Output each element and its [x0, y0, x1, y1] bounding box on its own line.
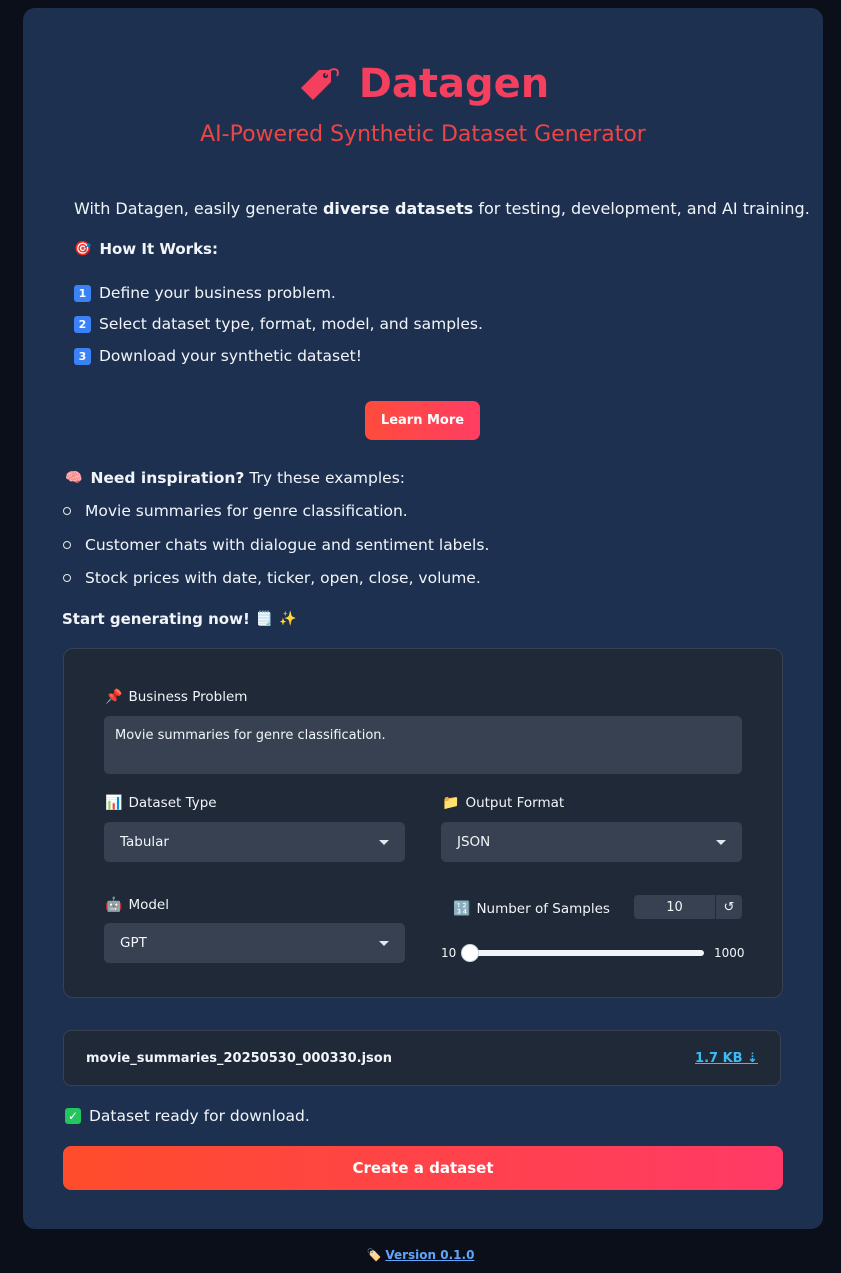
inspiration-rest: Try these examples: — [244, 469, 405, 487]
output-format-label: 📁 Output Format — [442, 795, 564, 811]
business-problem-label-text: Business Problem — [128, 689, 248, 705]
download-file-row: movie_summaries_20250530_000330.json 1.7… — [63, 1030, 781, 1086]
status-text: Dataset ready for download. — [89, 1107, 310, 1125]
example-item: Movie summaries for genre classification… — [63, 502, 408, 520]
dataset-type-select[interactable]: Tabular — [104, 822, 405, 862]
check-icon: ✓ — [65, 1108, 81, 1124]
bullet-icon — [63, 507, 71, 515]
output-format-label-text: Output Format — [465, 795, 565, 811]
intro-prefix: With Datagen, easily generate — [74, 199, 323, 218]
step-number-icon: 2 — [74, 315, 91, 333]
learn-more-button[interactable]: Learn More — [365, 401, 480, 440]
slider-max-label: 1000 — [714, 946, 745, 960]
footer: 🏷️ Version 0.1.0 — [0, 1248, 841, 1262]
pushpin-icon: 📌 — [105, 689, 123, 705]
bullet-icon — [63, 574, 71, 582]
download-link[interactable]: 1.7 KB ⇣ — [695, 1051, 758, 1066]
start-label: Start generating now! — [62, 610, 250, 628]
chevron-down-icon — [716, 839, 726, 845]
intro-text: With Datagen, easily generate diverse da… — [74, 199, 810, 218]
business-problem-input[interactable]: Movie summaries for genre classification… — [104, 716, 742, 774]
version-link[interactable]: Version 0.1.0 — [385, 1248, 474, 1262]
step-text: Download your synthetic dataset! — [99, 347, 362, 365]
step-text: Define your business problem. — [99, 284, 336, 302]
chevron-down-icon — [379, 839, 389, 845]
start-generating-text: Start generating now! 🗒️ ✨ — [62, 610, 297, 628]
main-card: Datagen AI-Powered Synthetic Dataset Gen… — [23, 8, 823, 1229]
samples-value[interactable]: 10 — [634, 900, 715, 915]
example-item: Customer chats with dialogue and sentime… — [63, 536, 489, 554]
app-title: Datagen — [358, 61, 550, 107]
step-number-icon: 3 — [74, 347, 91, 365]
how-it-works-label: How It Works: — [99, 240, 218, 258]
bullet-icon — [63, 541, 71, 549]
tag-icon: 🏷️ — [366, 1248, 382, 1262]
chevron-down-icon — [379, 940, 389, 946]
dataset-type-value: Tabular — [120, 834, 169, 850]
samples-number-input[interactable]: 10 ↺ — [634, 895, 742, 919]
slider-min-label: 10 — [441, 946, 457, 960]
business-problem-label: 📌 Business Problem — [105, 689, 247, 705]
dataset-type-label: 📊 Dataset Type — [105, 795, 217, 811]
app-subtitle: AI-Powered Synthetic Dataset Generator — [200, 122, 646, 147]
dataset-type-label-text: Dataset Type — [128, 795, 217, 811]
model-select[interactable]: GPT — [104, 923, 405, 963]
inspiration-bold: Need inspiration? — [90, 469, 245, 487]
example-text: Movie summaries for genre classification… — [85, 502, 408, 520]
inspiration-text: Need inspiration? Try these examples: — [90, 469, 405, 487]
samples-label-text: Number of Samples — [476, 901, 610, 917]
step-number-icon: 1 — [74, 284, 91, 302]
model-label-text: Model — [128, 897, 169, 913]
intro-bold: diverse datasets — [322, 199, 474, 218]
inspiration-heading: 🧠 Need inspiration? Try these examples: — [65, 469, 405, 487]
how-it-works-heading: 🎯 How It Works: — [74, 240, 218, 258]
step-item: 3 Download your synthetic dataset! — [74, 347, 362, 365]
status-message: ✓ Dataset ready for download. — [65, 1107, 310, 1125]
samples-slider-track[interactable] — [465, 950, 704, 956]
create-dataset-button[interactable]: Create a dataset — [63, 1146, 783, 1190]
samples-label: 🔢 Number of Samples — [453, 901, 610, 917]
reset-icon[interactable]: ↺ — [715, 895, 742, 919]
intro-suffix: for testing, development, and AI trainin… — [473, 199, 810, 218]
sparkles-icon: ✨ — [279, 611, 297, 627]
target-icon: 🎯 — [74, 241, 92, 257]
output-format-value: JSON — [457, 834, 491, 850]
chart-icon: 📊 — [105, 795, 123, 811]
output-format-select[interactable]: JSON — [441, 822, 742, 862]
brain-icon: 🧠 — [65, 470, 83, 486]
header: Datagen — [23, 58, 823, 110]
app-title-row: Datagen — [297, 58, 550, 110]
step-text: Select dataset type, format, model, and … — [99, 315, 483, 333]
model-label: 🤖 Model — [105, 897, 169, 913]
example-item: Stock prices with date, ticker, open, cl… — [63, 569, 481, 587]
model-value: GPT — [120, 935, 147, 951]
tag-icon — [297, 64, 341, 104]
step-item: 2 Select dataset type, format, model, an… — [74, 315, 483, 333]
numbers-icon: 🔢 — [453, 901, 471, 917]
robot-icon: 🤖 — [105, 897, 123, 913]
folder-icon: 📁 — [442, 795, 460, 811]
file-name: movie_summaries_20250530_000330.json — [86, 1050, 392, 1066]
example-text: Stock prices with date, ticker, open, cl… — [85, 569, 481, 587]
step-item: 1 Define your business problem. — [74, 284, 336, 302]
notepad-icon: 🗒️ — [255, 611, 274, 627]
samples-slider-thumb[interactable] — [461, 944, 479, 962]
example-text: Customer chats with dialogue and sentime… — [85, 536, 490, 554]
dataset-form: 📌 Business Problem Movie summaries for g… — [63, 648, 783, 998]
